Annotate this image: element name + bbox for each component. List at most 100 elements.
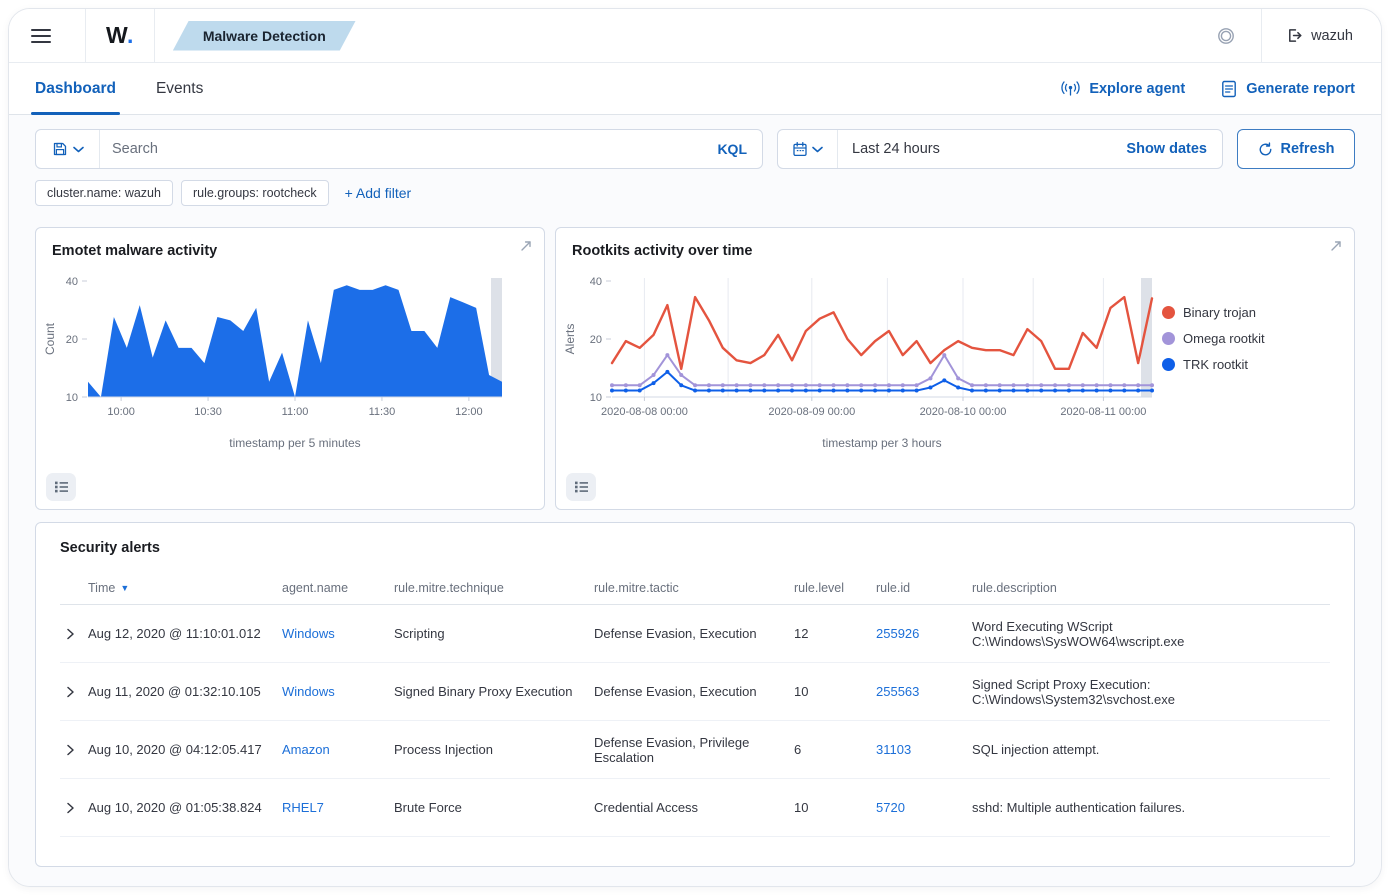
cell-tactic: Defense Evasion, Execution bbox=[594, 626, 757, 641]
cell-time: Aug 12, 2020 @ 11:10:01.012 bbox=[88, 626, 261, 641]
legend-dot bbox=[1162, 306, 1175, 319]
tab-events[interactable]: Events bbox=[156, 63, 203, 114]
wazuh-logo[interactable]: W. bbox=[86, 22, 154, 49]
svg-text:2020-08-09 00:00: 2020-08-09 00:00 bbox=[768, 406, 855, 418]
report-icon bbox=[1222, 80, 1237, 97]
header-divider bbox=[153, 9, 155, 62]
column-header-id[interactable]: rule.id bbox=[876, 572, 972, 605]
top-header: W. Malware Detection wazuh bbox=[9, 9, 1381, 63]
panel-title: Rootkits activity over time bbox=[572, 243, 753, 259]
kql-button[interactable]: KQL bbox=[702, 141, 762, 157]
status-ring-button[interactable] bbox=[1191, 27, 1261, 45]
cell-tactic: Credential Access bbox=[594, 800, 699, 815]
cell-rule-id-link[interactable]: 5720 bbox=[876, 800, 905, 815]
ring-icon bbox=[1218, 27, 1234, 44]
expand-row-button[interactable] bbox=[66, 686, 75, 698]
hamburger-icon bbox=[31, 28, 51, 43]
svg-text:12:00: 12:00 bbox=[455, 406, 483, 418]
svg-text:Count: Count bbox=[43, 322, 57, 355]
cell-technique: Signed Binary Proxy Execution bbox=[394, 684, 573, 699]
svg-text:timestamp per 3 hours: timestamp per 3 hours bbox=[822, 436, 941, 450]
legend-dot bbox=[1162, 332, 1175, 345]
svg-text:11:00: 11:00 bbox=[282, 406, 309, 418]
cell-technique: Scripting bbox=[394, 626, 445, 641]
area-series bbox=[88, 285, 502, 397]
legend-label: TRK rootkit bbox=[1183, 357, 1249, 372]
dashboard-content: KQL Last 24 hours Show dates Refresh clu… bbox=[9, 115, 1381, 886]
explore-agent-button[interactable]: Explore agent bbox=[1061, 80, 1185, 97]
cell-rule-id-link[interactable]: 31103 bbox=[876, 742, 911, 757]
show-dates-button[interactable]: Show dates bbox=[1111, 141, 1222, 157]
inspect-list-button[interactable] bbox=[566, 473, 596, 501]
filter-pill[interactable]: cluster.name: wazuh bbox=[35, 180, 173, 206]
column-header-technique[interactable]: rule.mitre.technique bbox=[394, 572, 594, 605]
calendar-icon bbox=[793, 141, 807, 157]
security-alerts-panel: Security alerts Time ▼ agent.name rule.mi… bbox=[35, 522, 1355, 867]
cell-time: Aug 11, 2020 @ 01:32:10.105 bbox=[88, 684, 261, 699]
svg-text:Alerts: Alerts bbox=[563, 324, 577, 355]
panel-title: Emotet malware activity bbox=[52, 243, 218, 259]
column-header-time[interactable]: Time ▼ bbox=[60, 572, 282, 605]
series-line-1 bbox=[611, 354, 1153, 387]
cell-agent-link[interactable]: Windows bbox=[282, 684, 335, 699]
inspect-list-button[interactable] bbox=[46, 473, 76, 501]
svg-text:10:30: 10:30 bbox=[194, 406, 222, 418]
cell-agent-link[interactable]: RHEL7 bbox=[282, 800, 324, 815]
legend-item-trk-rootkit[interactable]: TRK rootkit bbox=[1162, 357, 1314, 372]
rootkits-chart-area: 40 20 10 2020-08-08 00:00 2020-08-09 00:00 20… bbox=[556, 275, 1354, 453]
cell-tactic: Defense Evasion, Execution bbox=[594, 684, 757, 699]
svg-text:40: 40 bbox=[590, 276, 602, 288]
refresh-button[interactable]: Refresh bbox=[1237, 129, 1355, 169]
expand-button[interactable] bbox=[519, 239, 533, 258]
rootkits-panel: Rootkits activity over time 40 20 10 2020-0… bbox=[555, 227, 1355, 510]
filter-pill[interactable]: rule.groups: rootcheck bbox=[180, 180, 329, 206]
chevron-down-icon bbox=[72, 146, 84, 152]
logout-button[interactable]: wazuh bbox=[1262, 27, 1359, 44]
cell-tactic: Defense Evasion, Privilege Escalation bbox=[594, 734, 750, 765]
time-range-value[interactable]: Last 24 hours bbox=[838, 141, 1111, 157]
expand-row-button[interactable] bbox=[66, 802, 75, 814]
expand-button[interactable] bbox=[1329, 239, 1343, 258]
logo-letter: W bbox=[106, 22, 127, 48]
column-header-description[interactable]: rule.description bbox=[972, 572, 1330, 605]
emotet-chart-area: 40 20 10 10:00 10:30 11:00 11:30 12:00 timestamp… bbox=[36, 275, 544, 453]
menu-button[interactable] bbox=[31, 28, 85, 44]
expand-icon bbox=[1331, 241, 1341, 251]
chevron-right-icon bbox=[67, 628, 74, 639]
svg-text:10: 10 bbox=[66, 392, 78, 404]
column-header-tactic[interactable]: rule.mitre.tactic bbox=[594, 572, 794, 605]
column-header-level[interactable]: rule.level bbox=[794, 572, 876, 605]
cell-rule-id-link[interactable]: 255926 bbox=[876, 626, 919, 641]
legend-item-binary-trojan[interactable]: Binary trojan bbox=[1162, 305, 1314, 320]
column-header-agent[interactable]: agent.name bbox=[282, 572, 394, 605]
svg-text:20: 20 bbox=[590, 334, 602, 346]
legend-dot bbox=[1162, 358, 1175, 371]
cell-rule-id-link[interactable]: 255563 bbox=[876, 684, 919, 699]
search-input[interactable] bbox=[100, 141, 703, 157]
cell-description: Word Executing WScript C:\Windows\SysWOW… bbox=[972, 618, 1185, 649]
svg-text:10: 10 bbox=[590, 392, 602, 404]
generate-report-button[interactable]: Generate report bbox=[1221, 80, 1355, 98]
cell-agent-link[interactable]: Amazon bbox=[282, 742, 330, 757]
list-icon bbox=[54, 481, 68, 493]
cell-level: 6 bbox=[794, 742, 802, 757]
sort-down-icon: ▼ bbox=[120, 583, 130, 593]
saved-queries-button[interactable] bbox=[36, 130, 100, 168]
header-right: wazuh bbox=[1191, 9, 1359, 62]
tab-dashboard[interactable]: Dashboard bbox=[31, 63, 120, 115]
legend-label: Omega rootkit bbox=[1183, 331, 1265, 346]
cell-level: 10 bbox=[794, 800, 809, 815]
legend-item-omega-rootkit[interactable]: Omega rootkit bbox=[1162, 331, 1314, 346]
explore-agent-label: Explore agent bbox=[1089, 80, 1186, 97]
svg-text:11:30: 11:30 bbox=[369, 406, 396, 418]
add-filter-button[interactable]: + Add filter bbox=[345, 185, 412, 201]
expand-row-button[interactable] bbox=[66, 628, 75, 640]
cell-agent-link[interactable]: Windows bbox=[282, 626, 335, 641]
cell-technique: Brute Force bbox=[394, 800, 462, 815]
chevron-right-icon bbox=[67, 802, 74, 813]
search-bar: KQL bbox=[35, 129, 763, 169]
breadcrumb[interactable]: Malware Detection bbox=[173, 21, 356, 51]
expand-icon bbox=[521, 241, 531, 251]
expand-row-button[interactable] bbox=[66, 744, 75, 756]
calendar-dropdown-button[interactable] bbox=[778, 130, 838, 168]
